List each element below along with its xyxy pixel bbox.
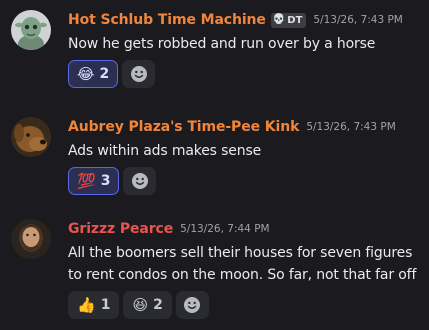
avatar[interactable] bbox=[11, 219, 51, 259]
message-text-line: All the boomers sell their houses for se… bbox=[68, 245, 413, 261]
reaction-count: 3 bbox=[100, 173, 111, 189]
timestamp[interactable]: 5/13/26, 7:43 PM bbox=[306, 121, 395, 133]
dog-avatar-image bbox=[11, 117, 51, 157]
author-name[interactable]: Aubrey Plaza's Time-Pee Kink bbox=[68, 119, 299, 135]
hundred-points-emoji-icon: 💯 bbox=[77, 171, 96, 190]
author-name[interactable]: Hot Schlub Time Machine bbox=[68, 12, 266, 28]
skull-icon: 💀 bbox=[272, 14, 286, 25]
reaction-bar: 👍 1 😆 2 bbox=[68, 291, 423, 319]
reaction-button[interactable]: 😆 2 bbox=[123, 291, 172, 319]
add-reaction-button[interactable] bbox=[175, 291, 209, 319]
add-reaction-button[interactable] bbox=[123, 167, 157, 195]
bearded-man-avatar-image bbox=[11, 219, 51, 259]
add-reaction-smiley-icon bbox=[131, 173, 148, 189]
message-text: All the boomers sell their houses for se… bbox=[68, 242, 423, 286]
reaction-button[interactable]: 😂 2 bbox=[68, 60, 119, 88]
reaction-bar: 😂 2 bbox=[68, 60, 423, 88]
chat-message-list: Hot Schlub Time Machine 💀 DT 5/13/26, 7:… bbox=[0, 0, 429, 330]
message: Aubrey Plaza's Time-Pee Kink 5/13/26, 7:… bbox=[0, 117, 429, 197]
timestamp[interactable]: 5/13/26, 7:43 PM bbox=[313, 14, 402, 26]
tears-of-joy-emoji-icon: 😂 bbox=[77, 64, 95, 83]
avatar[interactable] bbox=[11, 10, 51, 50]
message-text-line: to rent condos on the moon. So far, not … bbox=[68, 267, 417, 283]
add-reaction-smiley-icon bbox=[130, 66, 147, 82]
add-reaction-button[interactable] bbox=[122, 60, 156, 88]
avatar[interactable] bbox=[11, 117, 51, 157]
server-tag-label: DT bbox=[287, 14, 303, 26]
reaction-button[interactable]: 👍 1 bbox=[68, 291, 120, 319]
reaction-count: 2 bbox=[99, 66, 110, 82]
message-text: Now he gets robbed and run over by a hor… bbox=[68, 36, 376, 52]
reaction-count: 1 bbox=[100, 297, 111, 313]
message: Hot Schlub Time Machine 💀 DT 5/13/26, 7:… bbox=[0, 10, 429, 95]
author-name[interactable]: Grizzz Pearce bbox=[68, 221, 173, 237]
laughing-emoji-icon: 😆 bbox=[132, 295, 149, 314]
add-reaction-smiley-icon bbox=[184, 297, 201, 313]
timestamp[interactable]: 5/13/26, 7:44 PM bbox=[180, 223, 269, 235]
reaction-bar: 💯 3 bbox=[68, 167, 423, 195]
message-text: Ads within ads makes sense bbox=[68, 143, 262, 159]
thumbs-up-emoji-icon: 👍 bbox=[77, 295, 96, 314]
message: Grizzz Pearce 5/13/26, 7:44 PM All the b… bbox=[0, 219, 429, 329]
reaction-button[interactable]: 💯 3 bbox=[68, 167, 120, 195]
server-tag[interactable]: 💀 DT bbox=[270, 12, 307, 28]
reaction-count: 2 bbox=[153, 297, 163, 313]
alien-avatar-image bbox=[11, 10, 51, 50]
